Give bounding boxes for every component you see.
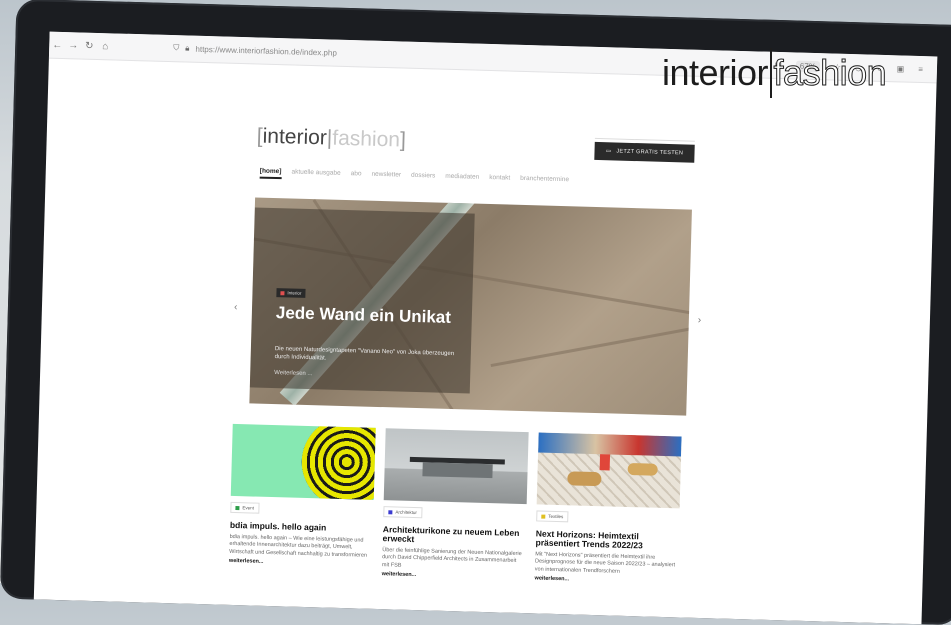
hero-slide[interactable]: Interior Jede Wand ein Unikat Die neuen … [249, 197, 692, 416]
nav-item-mediadaten[interactable]: mediadaten [445, 173, 479, 185]
card-tag: Textiles [536, 510, 569, 523]
brand-logo: interior fashion [662, 48, 887, 98]
shield-icon: ⛉ [173, 43, 180, 53]
site-logo[interactable]: [interior|fashion] [256, 124, 407, 152]
card-read-more-link[interactable]: weiterlesen... [534, 575, 677, 585]
main-nav: [home] aktuelle ausgabe abo newsletter d… [259, 167, 569, 188]
site-logo-part1: interior [262, 124, 328, 150]
lock-icon: 🔒︎ [185, 43, 190, 53]
address-bar[interactable]: ⛉ 🔒︎ https://www.interiorfashion.de/inde… [173, 43, 603, 65]
nav-item-aktuelle-ausgabe[interactable]: aktuelle ausgabe [291, 168, 340, 180]
browser-window: ← → ↻ ⌂ ⛉ 🔒︎ https://www.interiorfashion… [33, 31, 938, 625]
card-text: Über die feinfühlige Sanierung der Neuen… [381, 546, 522, 569]
menu-icon[interactable]: ≡ [918, 64, 923, 73]
article-cards: Event bdia impuls. hello again bdia impu… [229, 423, 693, 586]
nav-item-abo[interactable]: abo [350, 170, 362, 181]
brand-logo-part1: interior [662, 52, 769, 93]
card-tag: Event [230, 501, 260, 514]
brand-logo-divider [770, 48, 772, 98]
card-image-architektur[interactable] [383, 428, 529, 505]
card-title[interactable]: Next Horizons: Heimtextil präsentiert Tr… [535, 528, 678, 551]
card-text: bdia impuls. hello again – Wie eine leis… [229, 533, 368, 559]
card-tag-label: Textiles [548, 513, 564, 520]
slider-next-icon[interactable]: › [698, 315, 702, 326]
article-card[interactable]: Event bdia impuls. hello again bdia impu… [229, 423, 376, 577]
nav-item-home[interactable]: [home] [259, 167, 282, 180]
card-tag-label: Architektur [395, 509, 417, 516]
nav-item-dossiers[interactable]: dossiers [411, 172, 435, 184]
cta-button[interactable]: ▭ JETZT GRATIS TESTEN [594, 141, 695, 163]
url-text: https://www.interiorfashion.de/index.php [195, 44, 337, 58]
calendar-icon: ▭ [605, 148, 612, 155]
card-tag: Architektur [383, 506, 423, 519]
brand-logo-part2: fashion [773, 52, 887, 94]
search-input[interactable] [594, 129, 696, 142]
card-tag-label: Event [242, 505, 255, 511]
card-read-more-link[interactable]: weiterlesen... [382, 571, 525, 581]
site-logo-part2: fashion [331, 126, 401, 152]
cta-label: JETZT GRATIS TESTEN [616, 148, 684, 157]
nav-item-kontakt[interactable]: kontakt [489, 174, 510, 186]
hero-read-more-link[interactable]: Weiterlesen ... [274, 370, 312, 377]
reload-icon[interactable]: ↻ [81, 40, 97, 51]
hero-tag: Interior [276, 288, 306, 298]
card-read-more-link[interactable]: weiterlesen... [229, 558, 372, 568]
extensions-icon[interactable]: ▣ [897, 64, 905, 73]
card-title[interactable]: Architekturikone zu neuem Leben erweckt [383, 524, 526, 547]
card-title[interactable]: bdia impuls. hello again [230, 519, 373, 533]
card-image-textiles[interactable] [536, 432, 682, 509]
back-icon[interactable]: ← [49, 39, 65, 50]
nav-item-branchentermine[interactable]: branchentermine [520, 175, 569, 187]
article-card[interactable]: Architektur Architekturikone zu neuem Le… [382, 428, 529, 581]
slider-prev-icon[interactable]: ‹ [234, 302, 238, 313]
forward-icon[interactable]: → [65, 40, 81, 51]
hero-tag-label: Interior [287, 290, 302, 296]
card-text: Mit "Next Horizons" präsentiert die Heim… [534, 550, 676, 575]
card-image-bdia[interactable] [230, 423, 376, 500]
home-icon[interactable]: ⌂ [97, 40, 113, 52]
article-card[interactable]: Textiles Next Horizons: Heimtextil präse… [534, 432, 682, 585]
nav-item-newsletter[interactable]: newsletter [371, 171, 401, 183]
